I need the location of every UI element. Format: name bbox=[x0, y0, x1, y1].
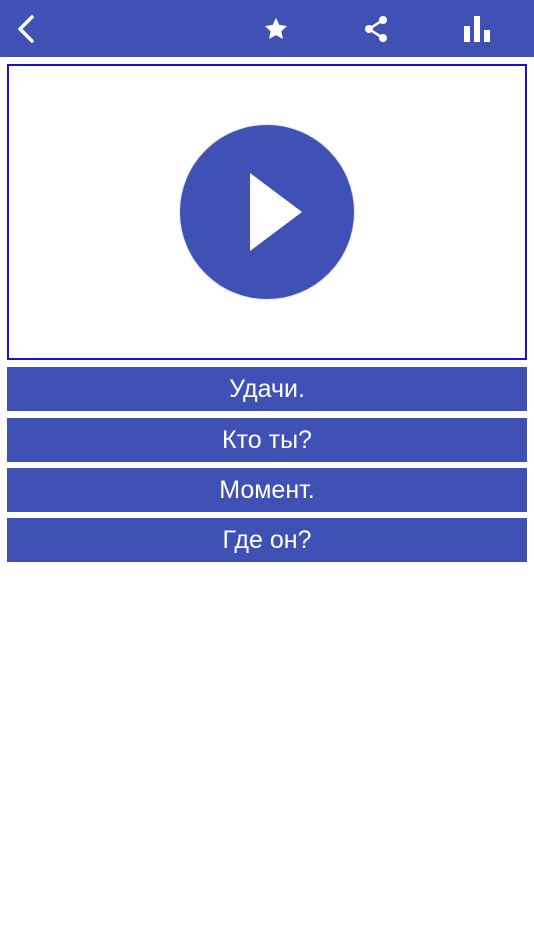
bar-chart-icon bbox=[464, 15, 490, 42]
video-area bbox=[7, 64, 527, 360]
play-button[interactable] bbox=[180, 125, 354, 299]
answer-option-1[interactable]: Удачи. bbox=[7, 367, 527, 411]
top-app-bar bbox=[0, 0, 534, 57]
answer-option-label: Удачи. bbox=[229, 374, 305, 403]
statistics-button[interactable] bbox=[457, 0, 497, 57]
answer-option-3[interactable]: Момент. bbox=[7, 468, 527, 512]
answer-option-label: Где он? bbox=[222, 525, 312, 554]
share-button[interactable] bbox=[356, 0, 396, 57]
answer-option-2[interactable]: Кто ты? bbox=[7, 418, 527, 462]
favorite-button[interactable] bbox=[256, 0, 296, 57]
share-icon bbox=[365, 15, 387, 42]
answer-option-label: Кто ты? bbox=[222, 425, 312, 454]
star-icon bbox=[264, 17, 288, 39]
answer-option-label: Момент. bbox=[219, 475, 315, 504]
chevron-left-icon bbox=[18, 14, 34, 43]
back-button[interactable] bbox=[6, 0, 46, 57]
play-icon bbox=[250, 173, 302, 251]
answer-option-4[interactable]: Где он? bbox=[7, 518, 527, 562]
